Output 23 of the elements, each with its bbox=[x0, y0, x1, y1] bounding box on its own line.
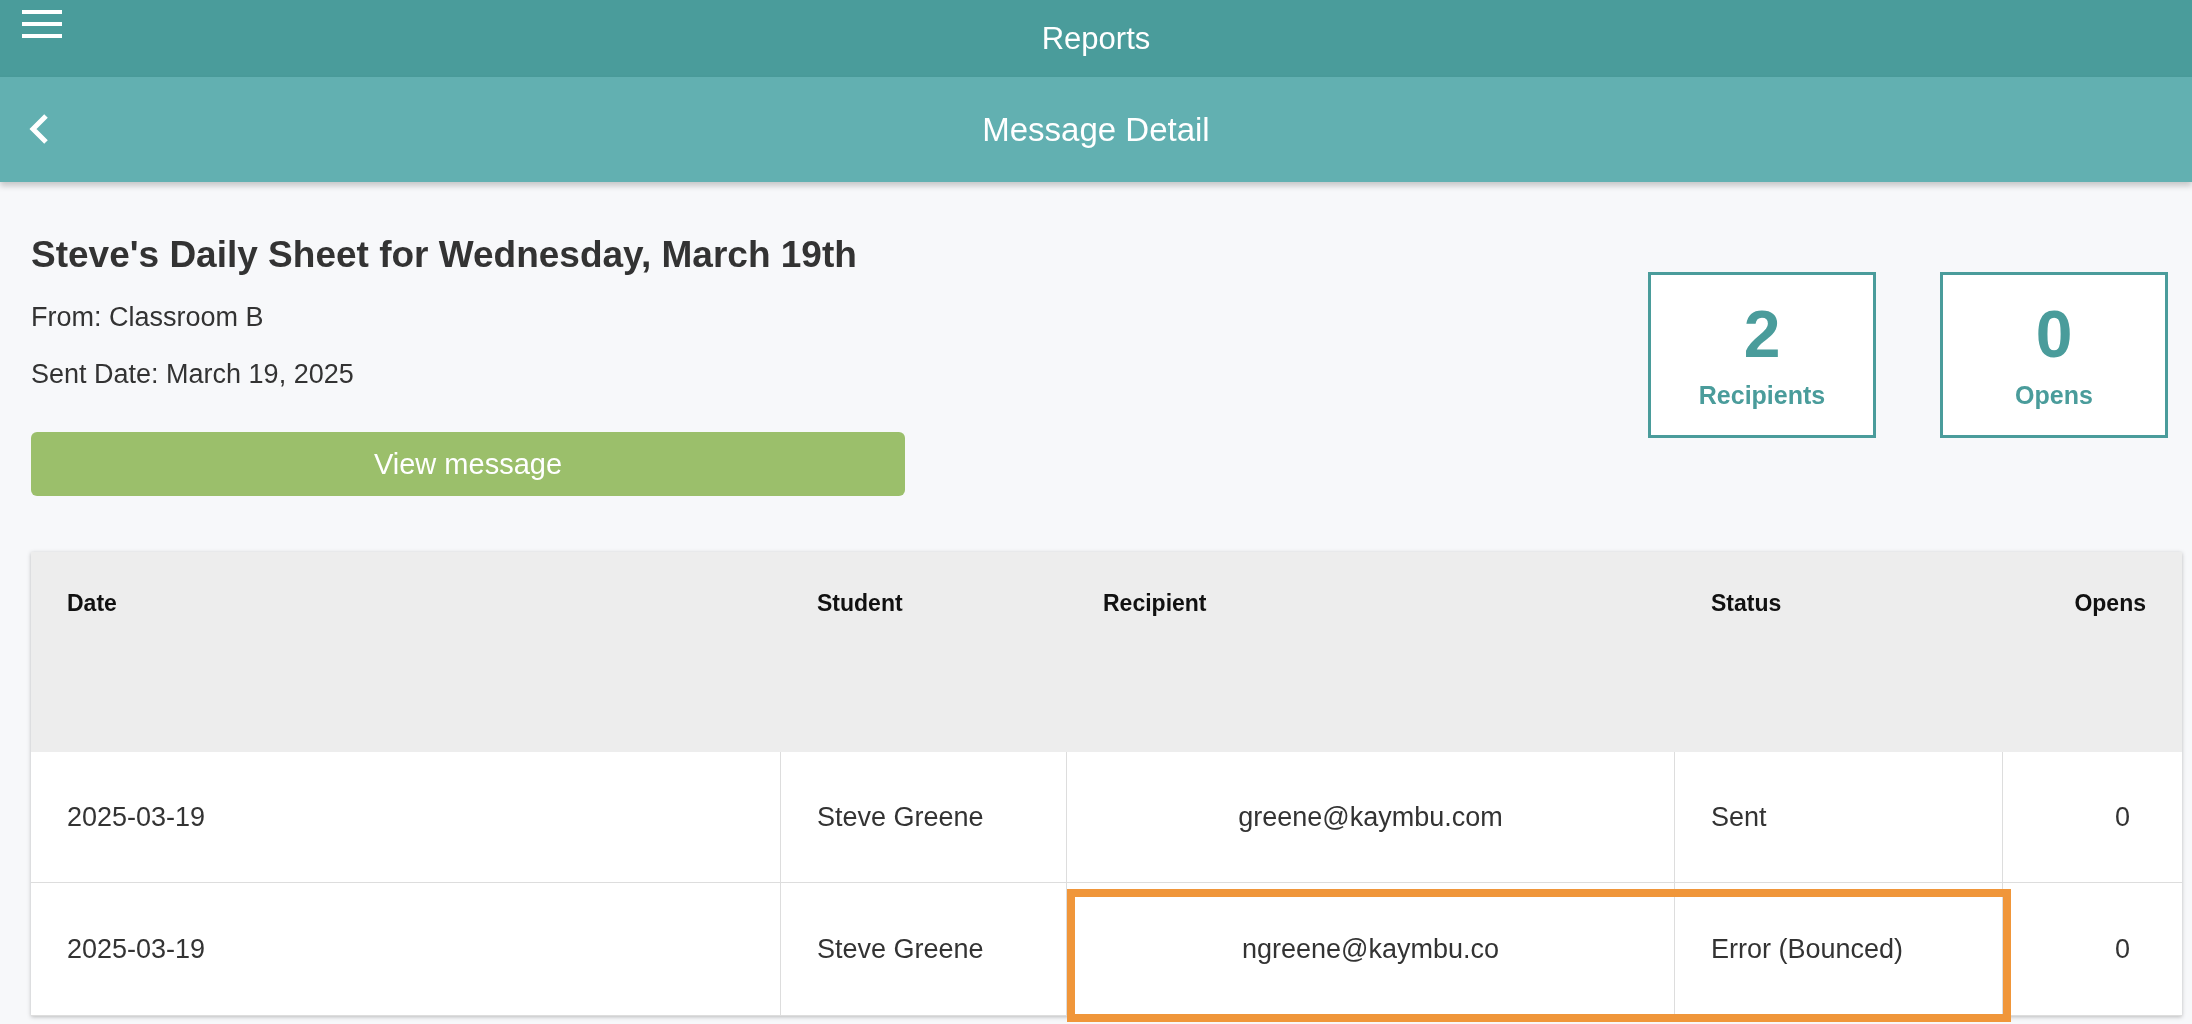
table-cell: 2025-03-19 bbox=[31, 883, 781, 1016]
column-header: Student bbox=[781, 552, 1067, 752]
table-cell: Steve Greene bbox=[781, 752, 1067, 883]
back-icon[interactable] bbox=[28, 113, 50, 145]
table-cell: 2025-03-19 bbox=[31, 752, 781, 883]
sent-date-label: Sent Date: March 19, 2025 bbox=[31, 359, 355, 390]
column-header: Status bbox=[1675, 552, 2003, 752]
menu-icon[interactable] bbox=[22, 10, 62, 38]
app-title: Reports bbox=[1041, 20, 1151, 57]
from-label: From: Classroom B bbox=[31, 302, 265, 333]
stat-label: Recipients bbox=[1698, 380, 1826, 410]
table-cell: greene@kaymbu.com bbox=[1067, 752, 1675, 883]
view-message-button[interactable]: View message bbox=[31, 432, 905, 496]
column-header: Opens bbox=[2003, 552, 2182, 752]
page-title: Message Detail bbox=[982, 110, 1210, 149]
stat-value: 0 bbox=[2035, 300, 2073, 367]
table-cell: Steve Greene bbox=[781, 883, 1067, 1016]
stat-value: 2 bbox=[1743, 300, 1781, 367]
stat-label: Opens bbox=[2015, 380, 2093, 410]
column-header: Date bbox=[31, 552, 781, 752]
table-cell: Sent bbox=[1675, 752, 2003, 883]
column-header: Recipient bbox=[1067, 552, 1675, 752]
message-title: Steve's Daily Sheet for Wednesday, March 19th bbox=[31, 234, 858, 276]
